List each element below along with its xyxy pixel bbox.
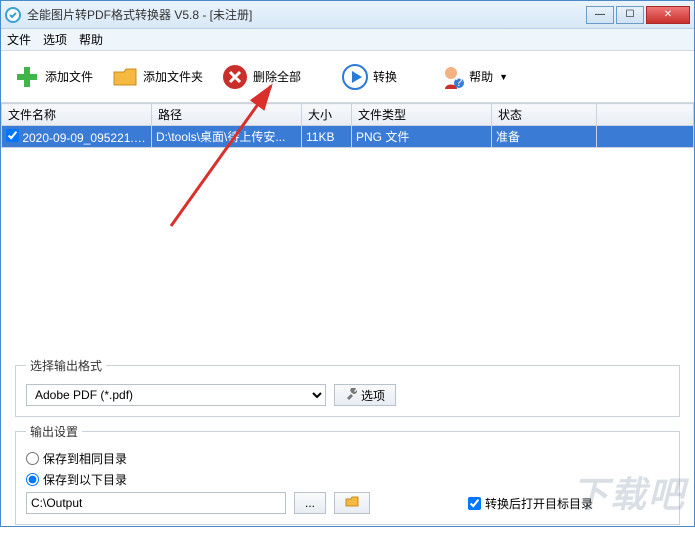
help-button[interactable]: ? 帮助 ▼ [437,63,508,91]
add-folder-button[interactable]: 添加文件夹 [111,63,203,91]
help-label: 帮助 [469,68,493,85]
app-icon [5,7,21,23]
output-path-input[interactable] [26,492,286,514]
app-window: 全能图片转PDF格式转换器 V5.8 - [未注册] — ☐ ✕ 文件 选项 帮… [0,0,695,527]
folder-icon [111,63,139,91]
format-options-label: 选项 [361,387,385,404]
col-name[interactable]: 文件名称 [2,104,152,126]
same-dir-radio[interactable] [26,452,39,465]
file-table-area: 文件名称 路径 大小 文件类型 状态 2020-09-09_095221.png… [1,103,694,351]
convert-label: 转换 [373,68,397,85]
open-after-label: 转换后打开目标目录 [485,495,593,512]
svg-text:?: ? [456,75,463,89]
below-dir-radio[interactable] [26,473,39,486]
titlebar: 全能图片转PDF格式转换器 V5.8 - [未注册] — ☐ ✕ [1,1,694,29]
minimize-button[interactable]: — [586,6,614,24]
col-size[interactable]: 大小 [302,104,352,126]
menu-options[interactable]: 选项 [43,31,67,48]
maximize-button[interactable]: ☐ [616,6,644,24]
delete-all-button[interactable]: 删除全部 [221,63,301,91]
window-title: 全能图片转PDF格式转换器 V5.8 - [未注册] [27,6,586,23]
settings-area: 选择输出格式 Adobe PDF (*.pdf) 选项 输出设置 保存到相同目录 [1,351,694,537]
close-button[interactable]: ✕ [646,6,690,24]
plus-icon [13,63,41,91]
col-type[interactable]: 文件类型 [352,104,492,126]
add-folder-label: 添加文件夹 [143,68,203,85]
output-settings-legend: 输出设置 [26,423,82,440]
col-spacer [597,104,694,126]
open-folder-button[interactable] [334,492,370,514]
table-header-row: 文件名称 路径 大小 文件类型 状态 [2,104,694,126]
window-controls: — ☐ ✕ [586,6,690,24]
help-icon: ? [437,63,465,91]
output-format-legend: 选择输出格式 [26,357,106,374]
menu-help[interactable]: 帮助 [79,31,103,48]
dropdown-icon: ▼ [499,72,508,82]
browse-button[interactable]: ... [294,492,326,514]
col-path[interactable]: 路径 [152,104,302,126]
same-dir-option[interactable]: 保存到相同目录 [26,450,127,467]
play-icon [341,63,369,91]
delete-icon [221,63,249,91]
add-file-label: 添加文件 [45,68,93,85]
open-after-option[interactable]: 转换后打开目标目录 [468,495,593,512]
below-dir-option[interactable]: 保存到以下目录 [26,471,127,488]
same-dir-label: 保存到相同目录 [43,450,127,467]
file-table: 文件名称 路径 大小 文件类型 状态 2020-09-09_095221.png… [1,103,694,148]
open-after-checkbox[interactable] [468,497,481,510]
convert-button[interactable]: 转换 [341,63,397,91]
delete-all-label: 删除全部 [253,68,301,85]
menubar: 文件 选项 帮助 [1,29,694,51]
wrench-icon [345,388,357,403]
toolbar: 添加文件 添加文件夹 删除全部 转换 ? 帮助 ▼ [1,51,694,103]
row-checkbox[interactable] [6,129,19,142]
menu-file[interactable]: 文件 [7,31,31,48]
table-row[interactable]: 2020-09-09_095221.pngD:\tools\桌面\待上传安...… [2,126,694,148]
format-options-button[interactable]: 选项 [334,384,396,406]
below-dir-label: 保存到以下目录 [43,471,127,488]
col-status[interactable]: 状态 [492,104,597,126]
folder-open-icon [345,496,359,511]
output-settings-fieldset: 输出设置 保存到相同目录 保存到以下目录 ... [15,423,680,525]
format-select[interactable]: Adobe PDF (*.pdf) [26,384,326,406]
output-format-fieldset: 选择输出格式 Adobe PDF (*.pdf) 选项 [15,357,680,417]
add-file-button[interactable]: 添加文件 [13,63,93,91]
